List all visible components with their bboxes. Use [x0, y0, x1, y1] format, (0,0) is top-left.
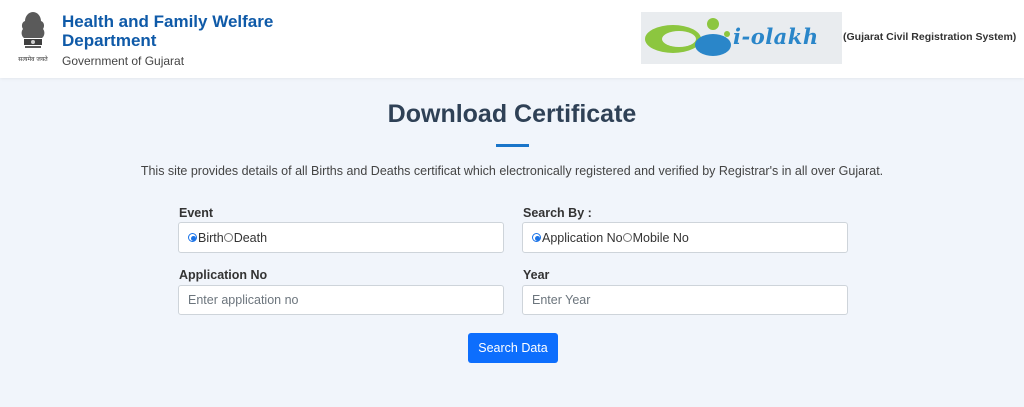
year-label: Year — [523, 268, 550, 282]
government-label: Government of Gujarat — [62, 54, 185, 68]
application-no-field-wrapper — [178, 285, 504, 315]
radio-unselected-icon[interactable] — [622, 233, 632, 242]
state-emblem-icon: सत्यमेव जयते — [18, 12, 48, 63]
search-data-button[interactable]: Search Data — [468, 333, 558, 363]
application-no-label: Application No — [179, 268, 268, 282]
info-text: This site provides details of all Births… — [140, 164, 884, 178]
page-title: Download Certificate — [387, 100, 637, 128]
emblem-caption: सत्यमेव जयते — [18, 55, 48, 63]
title-underline — [496, 144, 529, 147]
search-by-radio-mobile-no[interactable]: Mobile No — [622, 230, 689, 245]
search-by-radio-application-no[interactable]: Application No — [532, 231, 623, 245]
search-by-option-label: Application No — [542, 230, 623, 245]
search-by-radio-group: Application No Mobile No — [522, 222, 848, 253]
application-no-input[interactable] — [188, 293, 503, 307]
radio-unselected-icon[interactable] — [223, 233, 233, 242]
department-block: Health and Family Welfare Department Gov… — [62, 12, 273, 68]
radio-selected-icon[interactable] — [188, 233, 197, 242]
radio-selected-icon[interactable] — [532, 233, 541, 242]
site-header: सत्यमेव जयते Health and Family Welfare D… — [0, 0, 1024, 78]
event-radio-group: Birth Death — [178, 222, 504, 253]
dept-title-line2: Department — [62, 31, 157, 50]
year-field-wrapper — [522, 285, 848, 315]
event-option-label: Death — [233, 230, 268, 245]
search-by-label: Search By : — [523, 206, 592, 220]
iolakh-logo-text: i-olakh — [733, 24, 819, 49]
event-radio-death[interactable]: Death — [223, 230, 268, 245]
dept-title-line1: Health and Family Welfare — [62, 12, 274, 31]
event-option-label: Birth — [198, 230, 224, 245]
year-input[interactable] — [532, 293, 847, 307]
iolakh-logo: i-olakh — [641, 12, 842, 64]
search-by-option-label: Mobile No — [632, 230, 689, 245]
event-label: Event — [179, 206, 214, 220]
event-radio-birth[interactable]: Birth — [188, 231, 224, 245]
system-name: (Gujarat Civil Registration System) — [843, 31, 1017, 43]
